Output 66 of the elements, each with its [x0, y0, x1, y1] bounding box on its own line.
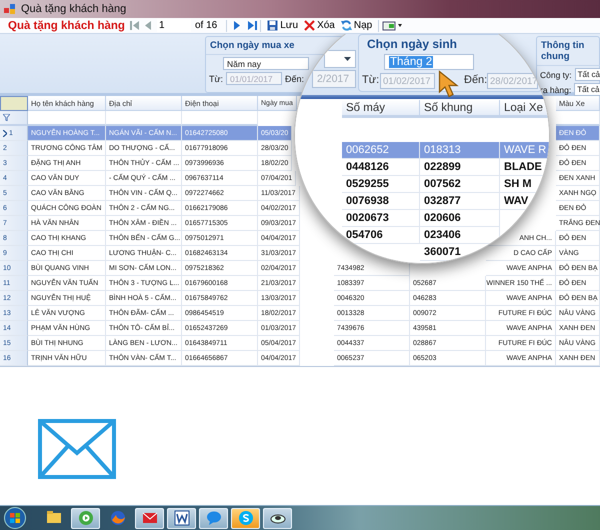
chat-icon: [206, 510, 222, 526]
reload-button[interactable]: Nạp: [338, 20, 376, 31]
table-cell: 0529255: [342, 176, 420, 193]
save-button[interactable]: Lưu: [264, 20, 302, 31]
word-icon: [174, 510, 190, 526]
taskbar-button[interactable]: [167, 508, 196, 528]
form-heading: Quà tặng khách hàng: [8, 20, 126, 32]
field-label: Công ty:: [540, 70, 572, 80]
envelope-icon: [38, 419, 116, 479]
table-cell: 007562: [420, 176, 500, 193]
taskbar-button[interactable]: [199, 508, 228, 528]
last-record-icon[interactable]: [248, 21, 258, 30]
table-cell: 018313: [420, 142, 500, 159]
start-button[interactable]: [4, 507, 26, 529]
table-cell: 360071: [420, 244, 500, 261]
table-cell: 022899: [420, 159, 500, 176]
table-cell: SH M: [500, 176, 549, 193]
delete-button[interactable]: Xóa: [301, 20, 338, 31]
table-cell: 0076938: [342, 193, 420, 210]
date-label: Đến:: [464, 74, 488, 86]
table-cell: 054706: [342, 227, 420, 244]
column-header[interactable]: Số khung: [420, 100, 500, 118]
window-title: Quà tặng khách hàng: [21, 3, 126, 15]
table-cell: 023406: [420, 227, 500, 244]
taskbar-button[interactable]: [231, 508, 260, 528]
filter-icon: [3, 114, 10, 121]
dropdown-arrow-icon: [344, 57, 351, 61]
table-cell: 0020673: [342, 210, 420, 227]
grid-export-icon[interactable]: [382, 20, 404, 31]
media-player-icon: [78, 510, 94, 526]
mail-icon: [142, 510, 158, 526]
group-title: Chọn ngày sinh: [367, 37, 457, 51]
next-record-icon[interactable]: [234, 21, 240, 30]
current-row-icon: [3, 130, 7, 136]
record-count: of 16: [195, 20, 218, 31]
filter-cell[interactable]: [28, 111, 106, 126]
filter-cell[interactable]: [106, 111, 182, 126]
date-label: Từ:: [209, 74, 224, 84]
taskbar-button[interactable]: [135, 508, 164, 528]
date-label: Từ:: [362, 74, 380, 86]
table-cell: 0448126: [342, 159, 420, 176]
company-field[interactable]: Tất cả: [574, 68, 600, 81]
column-header[interactable]: Loại Xe: [500, 100, 549, 118]
table-cell: 032877: [420, 193, 500, 210]
delete-icon: [304, 20, 316, 31]
skype-icon: [238, 510, 254, 526]
filter-cell[interactable]: [182, 111, 258, 126]
taskbar-button[interactable]: [71, 508, 100, 528]
table-cell: WAVE R: [500, 142, 549, 159]
period-dropdown[interactable]: [324, 50, 356, 68]
company-field[interactable]: Tất cả: [574, 83, 600, 96]
table-cell: 020606: [420, 210, 500, 227]
period-dropdown[interactable]: Năm nay: [223, 57, 309, 70]
taskbar-button[interactable]: [263, 508, 292, 528]
app-icon: [4, 3, 16, 15]
table-cell: BLADE: [500, 159, 549, 176]
column-header[interactable]: Số máy: [342, 100, 420, 118]
filter-cell[interactable]: [556, 111, 600, 126]
table-cell: WAV: [500, 193, 549, 210]
browser-icon: [110, 510, 126, 526]
record-position-field[interactable]: 1: [157, 19, 191, 32]
refresh-icon: [340, 20, 352, 31]
corner-cell: [0, 96, 28, 111]
folder-icon: [46, 510, 62, 526]
date-label: Đến:: [285, 74, 304, 84]
table-cell: 0062652: [342, 142, 420, 159]
